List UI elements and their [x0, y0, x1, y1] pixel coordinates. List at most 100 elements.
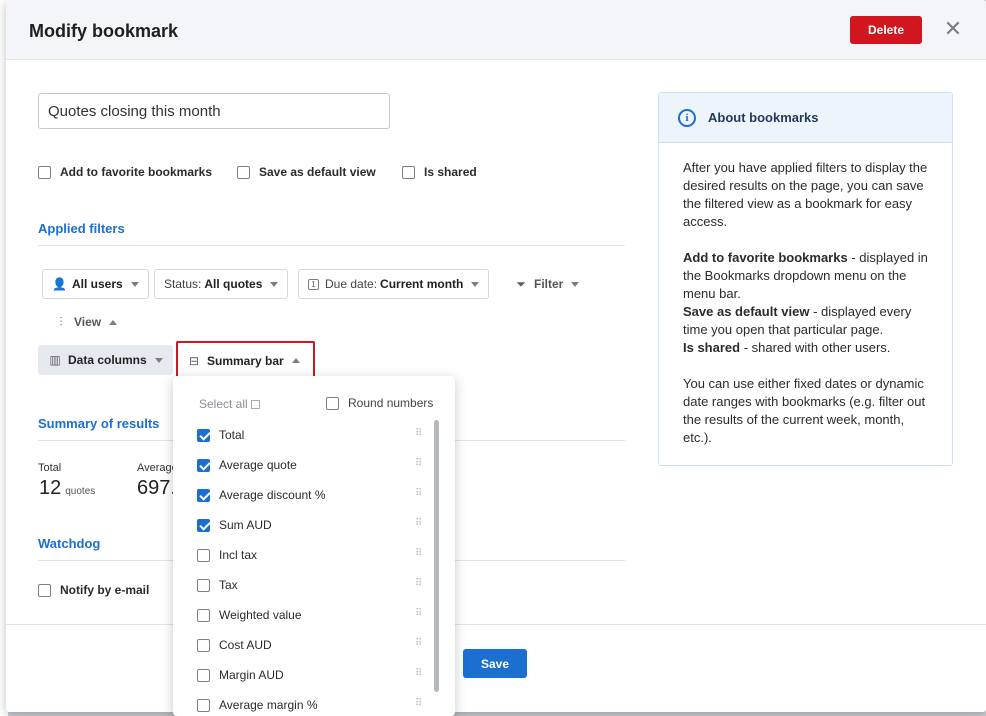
summary-field-item[interactable]: Cost AUD ⠿ [197, 635, 437, 655]
summary-field-checkbox[interactable] [197, 668, 210, 682]
summary-field-checkbox[interactable] [197, 548, 210, 562]
data-columns-label: Data columns [68, 353, 147, 367]
summary-field-item[interactable]: Tax ⠿ [197, 575, 437, 595]
drag-handle-icon[interactable]: ⠿ [415, 489, 425, 499]
summary-field-checkbox[interactable] [197, 488, 210, 502]
drag-handle-icon[interactable]: ⠿ [415, 519, 425, 529]
drag-handle-icon[interactable]: ⠿ [415, 639, 425, 649]
dialog-header: Modify bookmark Delete ✕ [6, 0, 986, 60]
view-label: View [74, 315, 102, 329]
notify-email-checkbox-box[interactable] [38, 583, 51, 597]
round-numbers-label: Round numbers [348, 396, 434, 410]
about-header: i About bookmarks [659, 93, 952, 143]
summary-field-label: Average quote [219, 458, 297, 472]
about-shared-desc: - shared with other users. [740, 340, 891, 355]
user-icon: 👤 [52, 277, 67, 291]
delete-button[interactable]: Delete [850, 16, 922, 44]
default-view-checkbox-box[interactable] [237, 165, 250, 179]
chevron-down-icon [471, 281, 480, 287]
close-icon[interactable]: ✕ [942, 18, 964, 40]
favorite-checkbox[interactable]: Add to favorite bookmarks [38, 165, 212, 179]
about-shared: Is shared - shared with other users. [683, 339, 928, 357]
summary-field-label: Margin AUD [219, 668, 284, 682]
summary-field-checkbox[interactable] [197, 698, 210, 712]
watchdog-heading: Watchdog [38, 536, 101, 551]
is-shared-checkbox[interactable]: Is shared [402, 165, 477, 179]
default-view-checkbox[interactable]: Save as default view [237, 165, 376, 179]
summary-field-item[interactable]: Average discount % ⠿ [197, 485, 437, 505]
round-numbers-box[interactable] [326, 396, 339, 410]
save-button[interactable]: Save [463, 649, 527, 678]
columns-icon: ▥ [49, 353, 61, 367]
summary-field-item[interactable]: Weighted value ⠿ [197, 605, 437, 625]
status-filter[interactable]: Status: All quotes [154, 269, 289, 299]
summary-field-checkbox[interactable] [197, 458, 210, 472]
funnel-icon: ⏷ [516, 277, 526, 291]
about-title: About bookmarks [708, 110, 819, 125]
summary-field-label: Average discount % [219, 488, 326, 502]
modify-bookmark-dialog: Modify bookmark Delete ✕ Add to favorite… [6, 0, 986, 712]
chevron-up-icon [109, 319, 118, 325]
users-filter[interactable]: 👤 All users [42, 269, 149, 299]
applied-filters-heading: Applied filters [38, 221, 125, 236]
summary-field-item[interactable]: Average quote ⠿ [197, 455, 437, 475]
favorite-checkbox-box[interactable] [38, 165, 51, 179]
chevron-up-icon [291, 358, 300, 363]
summary-field-item[interactable]: Average margin % ⠿ [197, 695, 437, 715]
bookmark-name-input[interactable] [38, 93, 390, 129]
about-shared-term: Is shared [683, 340, 741, 355]
notify-email-label: Notify by e-mail [60, 583, 150, 597]
calendar-icon: 1 [308, 278, 319, 290]
select-all[interactable]: Select all [199, 397, 260, 411]
drag-handle-icon[interactable]: ⠿ [415, 669, 425, 679]
data-columns-button[interactable]: ▥ Data columns [38, 345, 173, 375]
dropdown-top: Select all Round numbers [173, 376, 455, 416]
summary-field-label: Sum AUD [219, 518, 272, 532]
summary-field-label: Incl tax [219, 548, 258, 562]
info-icon: i [678, 108, 696, 127]
select-all-checkbox[interactable] [250, 400, 260, 409]
dropdown-scrollbar[interactable] [434, 420, 439, 692]
drag-handle-icon[interactable]: ⠿ [415, 609, 425, 619]
summary-field-item[interactable]: Margin AUD ⠿ [197, 665, 437, 685]
drag-handle-icon[interactable]: ⠿ [415, 699, 425, 709]
summary-bar-button[interactable]: ⊟ Summary bar [176, 341, 315, 380]
dialog-title: Modify bookmark [29, 21, 179, 41]
summary-total-unit: quotes [65, 486, 96, 497]
summary-field-checkbox[interactable] [197, 518, 210, 532]
chevron-down-icon [154, 357, 163, 363]
summary-bar-label: Summary bar [207, 353, 284, 368]
summary-field-checkbox[interactable] [197, 608, 210, 622]
summary-field-item[interactable]: Sum AUD ⠿ [197, 515, 437, 535]
about-intro: After you have applied filters to displa… [683, 160, 928, 229]
about-dates: You can use either fixed dates or dynami… [683, 376, 926, 445]
footer-divider [6, 624, 986, 625]
drag-handle-icon[interactable]: ⠿ [415, 579, 425, 589]
drag-handle-icon[interactable]: ⠿ [415, 459, 425, 469]
due-date-filter-value: Current month [380, 277, 464, 291]
about-favorite: Add to favorite bookmarks - displayed in… [683, 249, 928, 303]
summary-bar-dropdown: Select all Round numbers Total ⠿ Average q… [173, 376, 455, 716]
summary-field-label: Total [219, 428, 245, 442]
status-filter-value: All quotes [204, 277, 263, 291]
drag-handle-icon[interactable]: ⠿ [415, 429, 425, 439]
about-fav-term: Add to favorite bookmarks [683, 250, 848, 265]
about-default: Save as default view - displayed every t… [683, 303, 928, 339]
summary-heading: Summary of results [38, 416, 160, 431]
drag-handle-icon[interactable]: ⠿ [415, 549, 425, 559]
summary-average-label: Average [137, 462, 178, 474]
summary-field-label: Tax [219, 578, 238, 592]
summary-field-checkbox[interactable] [197, 578, 210, 592]
round-numbers-checkbox[interactable]: Round numbers [326, 396, 433, 410]
chevron-down-icon [270, 281, 279, 287]
summary-field-item[interactable]: Total ⠿ [197, 425, 437, 445]
default-view-label: Save as default view [259, 165, 376, 179]
summary-field-item[interactable]: Incl tax ⠿ [197, 545, 437, 565]
notify-email-checkbox[interactable]: Notify by e-mail [38, 583, 149, 597]
due-date-filter[interactable]: 1 Due date: Current month [298, 269, 490, 299]
add-filter-button[interactable]: ⏷ Filter [504, 269, 590, 299]
summary-field-checkbox[interactable] [197, 428, 210, 442]
is-shared-checkbox-box[interactable] [402, 165, 415, 179]
view-toggle[interactable]: ⫶ View [44, 307, 128, 337]
summary-field-checkbox[interactable] [197, 638, 210, 652]
